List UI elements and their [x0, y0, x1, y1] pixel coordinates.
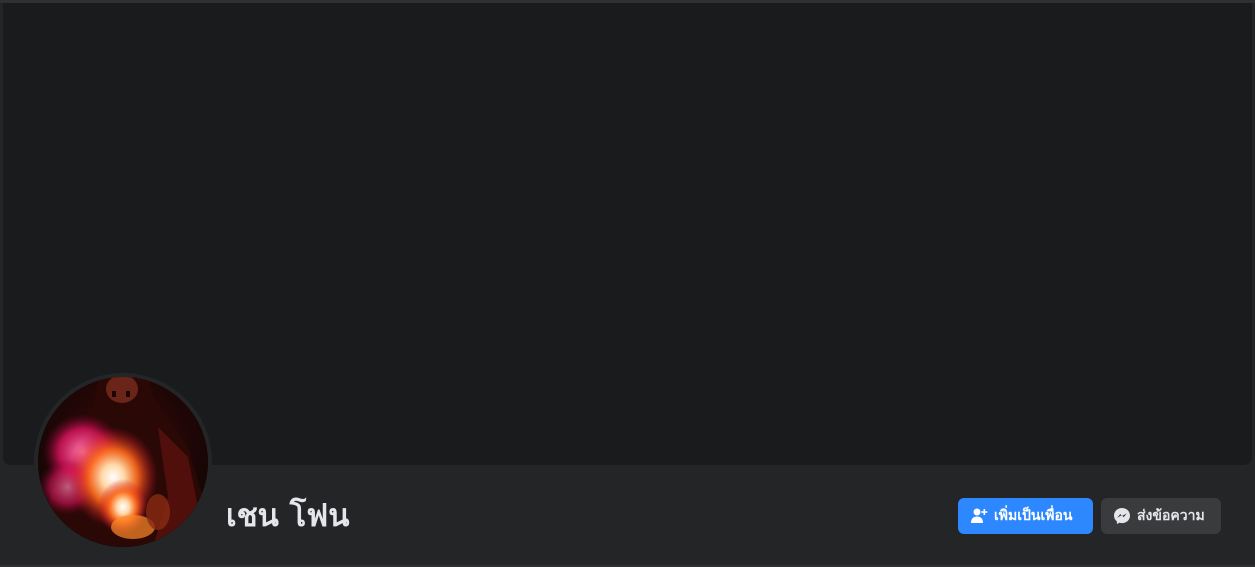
add-friend-icon: [970, 507, 988, 525]
avatar[interactable]: [38, 377, 208, 547]
messenger-icon: [1113, 507, 1131, 525]
profile-header: เชน โฟน เพิ่มเป็นเพื่อน ส่งข้อความ: [0, 0, 1255, 567]
profile-name: เชน โฟน: [226, 498, 350, 534]
avatar-image: [38, 377, 208, 547]
send-message-label: ส่งข้อความ: [1137, 508, 1205, 524]
add-friend-label: เพิ่มเป็นเพื่อน: [994, 508, 1073, 524]
cover-photo[interactable]: [3, 3, 1252, 465]
send-message-button[interactable]: ส่งข้อความ: [1101, 498, 1221, 534]
add-friend-button[interactable]: เพิ่มเป็นเพื่อน: [958, 498, 1093, 534]
